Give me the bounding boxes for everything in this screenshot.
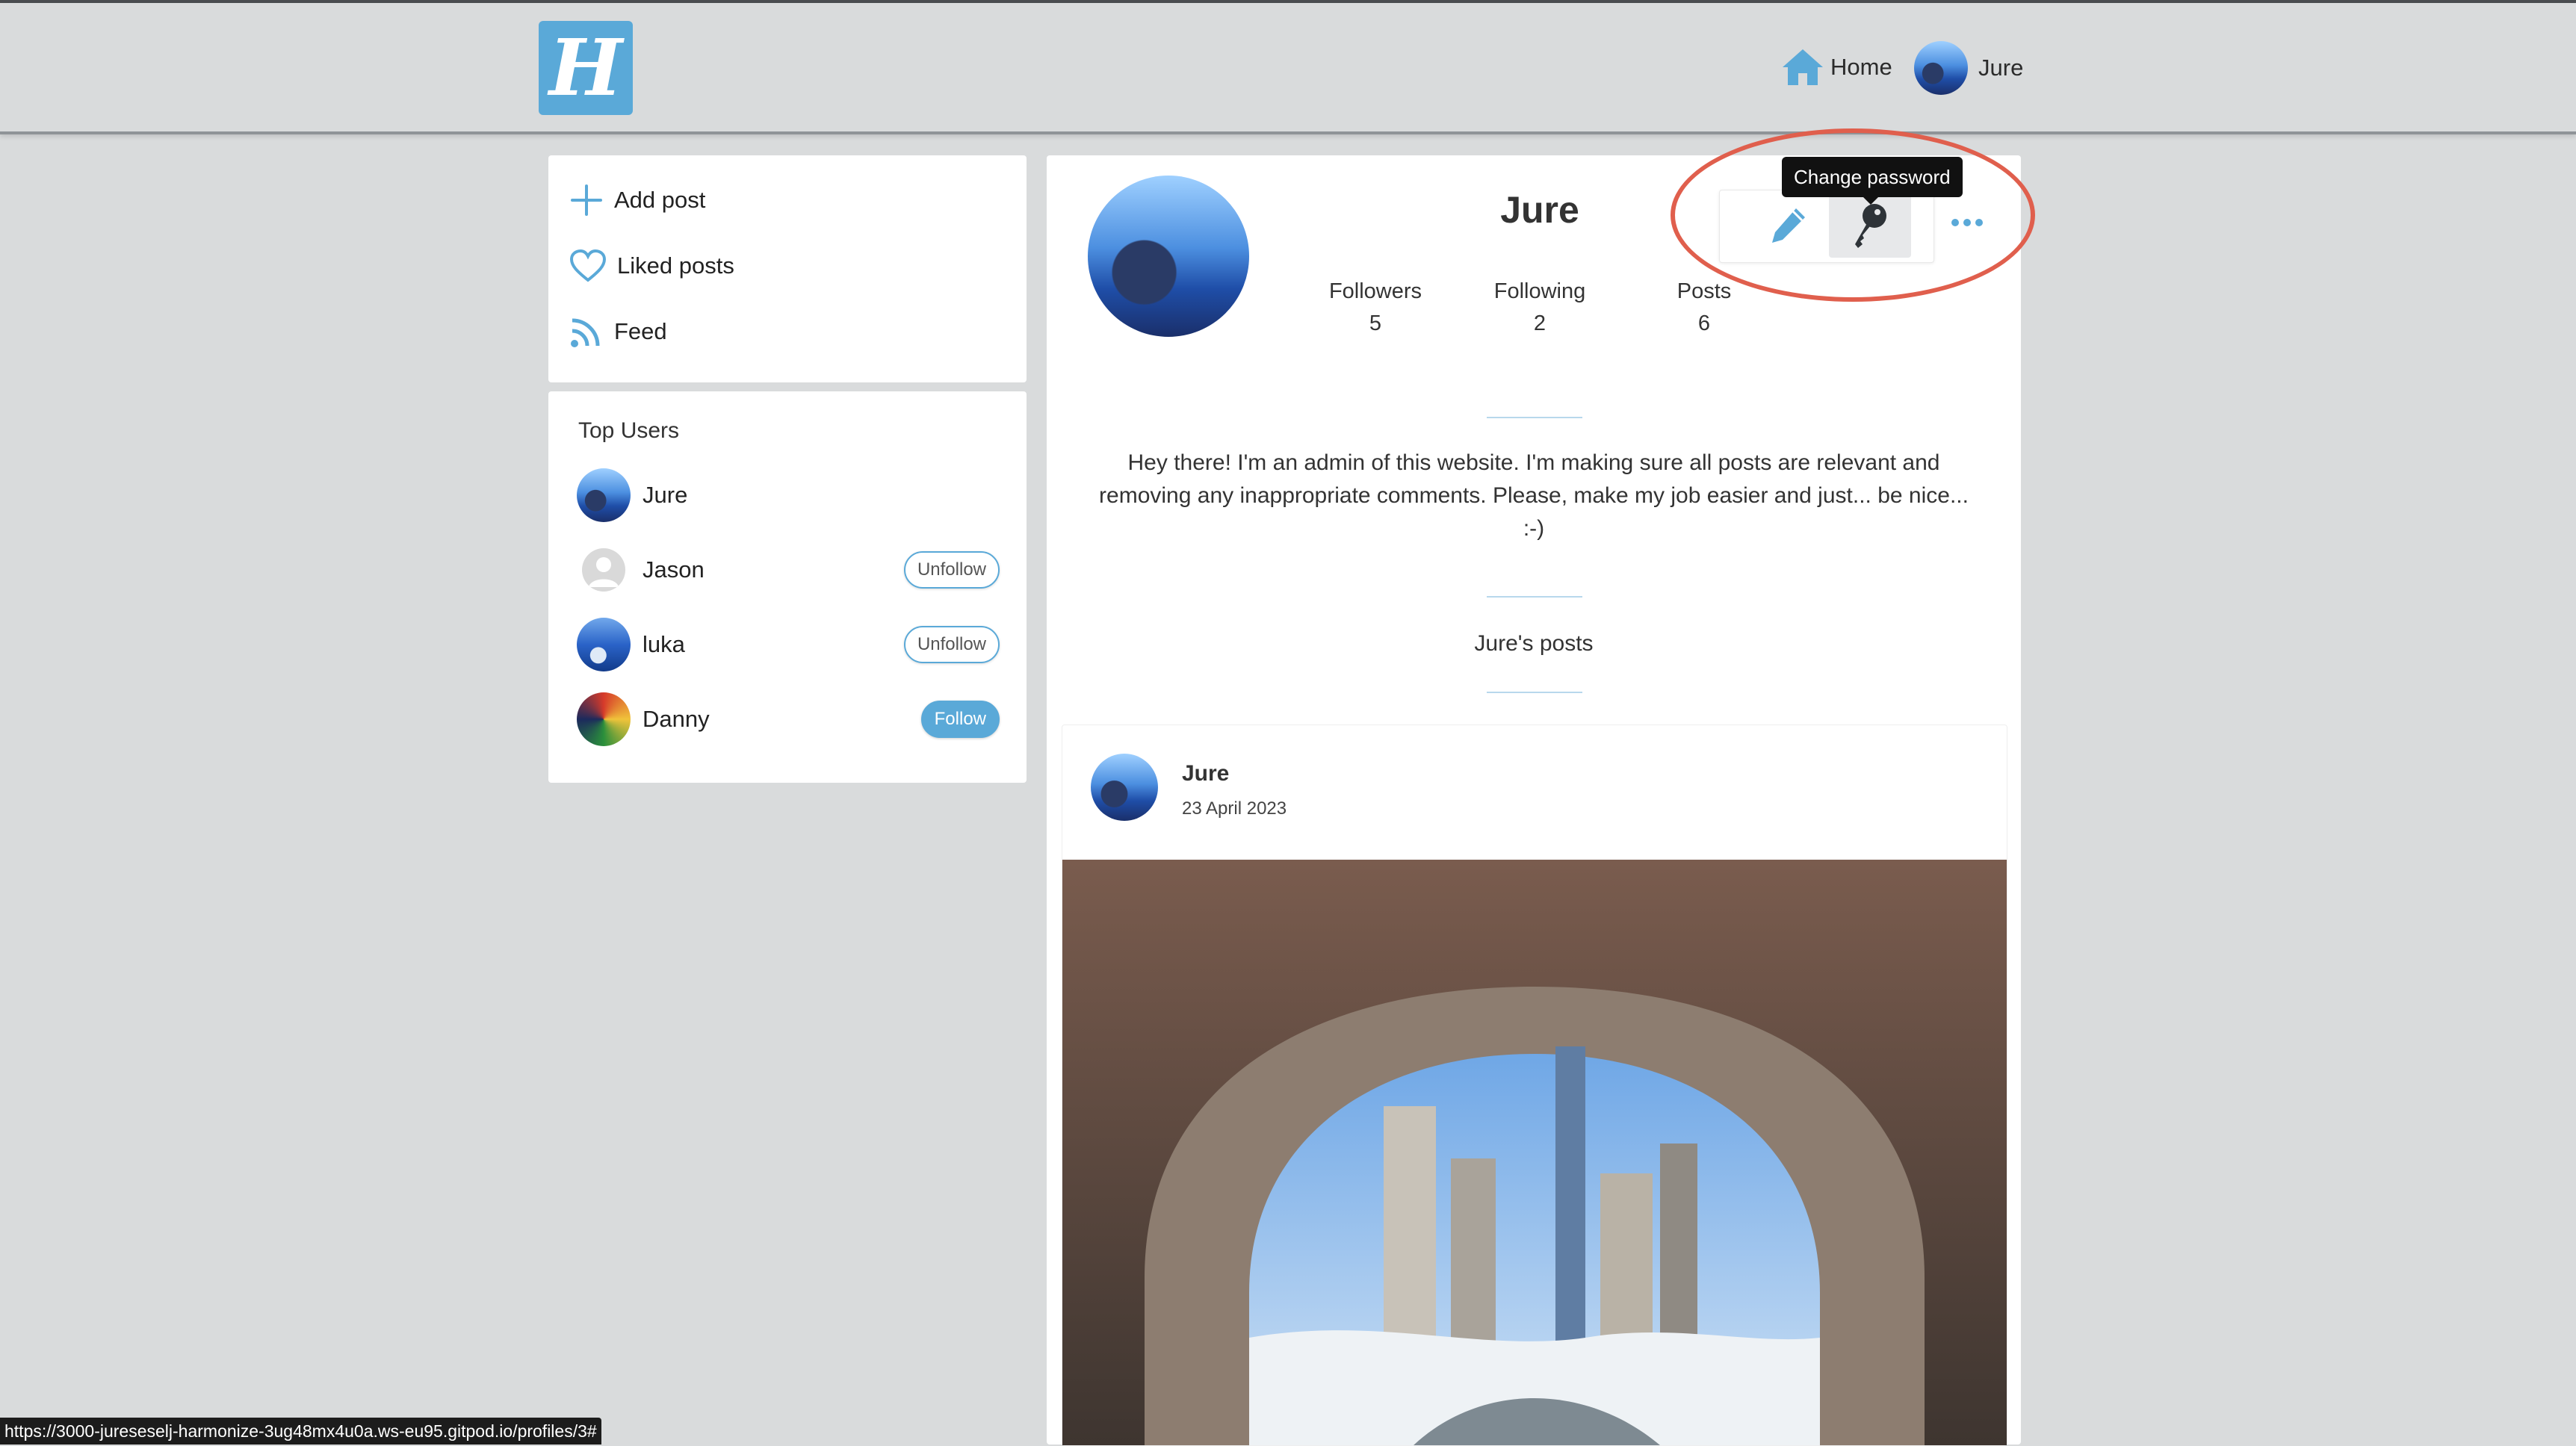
post-author-avatar (1091, 754, 1158, 821)
sidebar-item-label: Feed (614, 318, 667, 344)
top-user-row[interactable]: luka Unfollow (577, 617, 1000, 672)
stat-value: 6 (1697, 311, 1711, 335)
brand-logo[interactable]: H (539, 21, 633, 115)
home-icon (1783, 49, 1823, 85)
key-icon (1855, 204, 1886, 248)
profile-actions (1719, 190, 1934, 263)
tooltip-arrow (1862, 196, 1880, 205)
more-options-button[interactable] (1943, 208, 1991, 238)
sidebar-item-label: Add post (614, 187, 706, 213)
stat-posts[interactable]: Posts 6 (1622, 279, 1786, 336)
avatar (577, 618, 631, 671)
top-user-name: luka (643, 631, 685, 657)
brand-logo-letter: H (548, 22, 623, 114)
rss-icon (571, 318, 600, 347)
plus-icon (571, 184, 602, 216)
profile-name: Jure (1500, 189, 1579, 231)
top-users-panel: Top Users Jure Jason Unfollow luka Unfol… (548, 391, 1027, 783)
post-image[interactable] (1062, 860, 2007, 1445)
stat-following[interactable]: Following 2 (1458, 279, 1622, 336)
stat-label: Following (1493, 279, 1586, 303)
unfollow-button[interactable]: Unfollow (903, 551, 1000, 589)
sidebar-item-add-post[interactable]: Add post (569, 178, 705, 223)
posts-heading: Jure's posts (1474, 631, 1594, 656)
stat-label: Posts (1676, 279, 1732, 303)
top-user-name: Jure (643, 482, 688, 508)
pencil-icon (1772, 208, 1805, 243)
profile-card: Jure Followers 5 Following 2 Posts 6 Hey (1047, 155, 2021, 1446)
sidebar-item-liked-posts[interactable]: Liked posts (569, 243, 734, 288)
avatar (577, 692, 631, 746)
top-user-name: Jason (643, 556, 705, 583)
avatar (577, 468, 631, 522)
nav-user-label: Jure (1978, 55, 2024, 81)
nav-home-label: Home (1830, 54, 1892, 80)
stat-value: 2 (1533, 311, 1546, 335)
post-card[interactable]: Jure 23 April 2023 (1062, 724, 2007, 1446)
post-author[interactable]: Jure (1182, 761, 1229, 786)
stat-label: Followers (1328, 279, 1422, 303)
follow-button[interactable]: Follow (920, 701, 1000, 738)
profile-bio: Hey there! I'm an admin of this website.… (1099, 450, 1969, 541)
divider (1487, 596, 1582, 598)
post-photo (1062, 860, 2007, 1445)
nav-home-link[interactable]: Home (1781, 45, 1892, 90)
top-user-row[interactable]: Danny Follow (577, 692, 1000, 747)
top-users-title: Top Users (578, 418, 680, 443)
default-avatar-icon (582, 548, 625, 592)
top-user-row[interactable]: Jure (577, 468, 1000, 523)
nav-user-avatar (1914, 41, 1968, 95)
heart-icon (569, 249, 607, 282)
edit-profile-button[interactable] (1747, 193, 1829, 258)
profile-avatar (1088, 176, 1249, 337)
more-dot-icon (1951, 219, 1959, 226)
post-date: 23 April 2023 (1182, 798, 1287, 819)
top-user-row[interactable]: Jason Unfollow (577, 542, 1000, 598)
stat-followers[interactable]: Followers 5 (1293, 279, 1458, 336)
top-user-name: Danny (643, 706, 710, 732)
unfollow-button[interactable]: Unfollow (903, 626, 1000, 663)
more-dot-icon (1975, 219, 1983, 226)
divider (1487, 692, 1582, 693)
status-bar-url: https://3000-jureseselj-harmonize-3ug48m… (0, 1418, 601, 1445)
sidebar-menu: Add post Liked posts Feed (548, 155, 1027, 382)
nav-user-link[interactable]: Jure (1914, 40, 2023, 96)
navbar: H Home Jure (0, 3, 2576, 134)
divider (1487, 417, 1582, 418)
sidebar-item-feed[interactable]: Feed (569, 309, 667, 354)
more-dot-icon (1963, 219, 1971, 226)
change-password-tooltip: Change password (1782, 157, 1963, 197)
sidebar-item-label: Liked posts (617, 252, 734, 279)
stat-value: 5 (1369, 311, 1382, 335)
